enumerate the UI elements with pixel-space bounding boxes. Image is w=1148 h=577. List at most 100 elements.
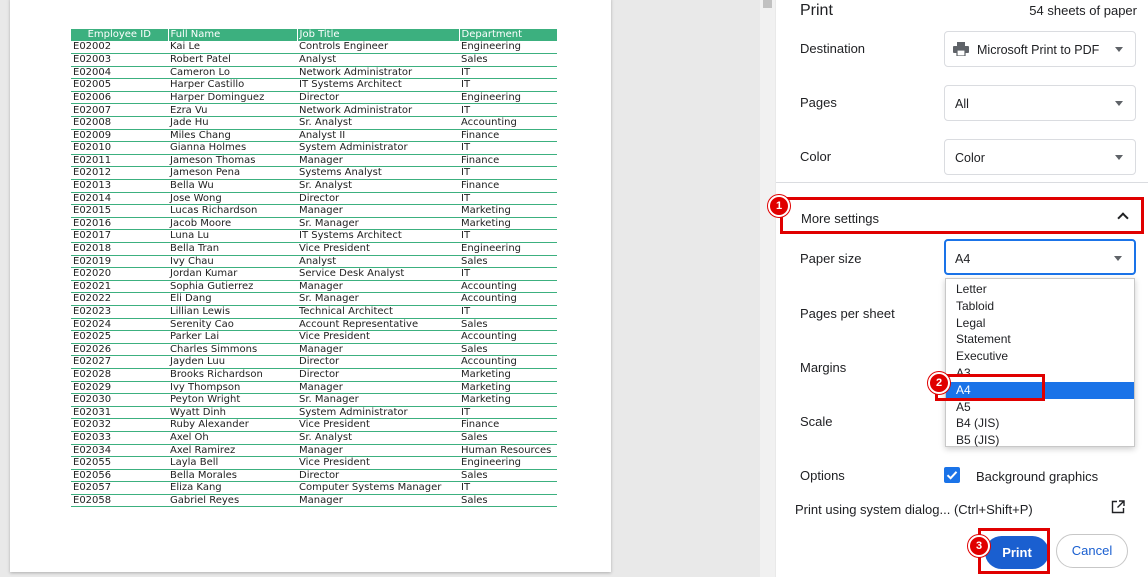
cell-employee-id: E02014 — [71, 192, 168, 206]
cell-full-name: Eli Dang — [168, 292, 297, 306]
cell-job-title: Sr. Analyst — [297, 116, 459, 130]
pages-label: Pages — [800, 95, 837, 110]
cell-department: Sales — [459, 53, 557, 67]
scrollbar-thumb[interactable] — [763, 0, 772, 8]
table-row: E02008 Jade Hu Sr. Analyst Accounting — [71, 116, 557, 130]
options-label: Options — [800, 468, 845, 483]
table-row: E02018 Bella Tran Vice President Engineerin… — [71, 242, 557, 256]
cell-full-name: Robert Patel — [168, 53, 297, 67]
cell-employee-id: E02018 — [71, 242, 168, 256]
cancel-button[interactable]: Cancel — [1056, 534, 1128, 568]
cell-job-title: Sr. Analyst — [297, 179, 459, 193]
cell-department: Sales — [459, 431, 557, 445]
cell-department: Accounting — [459, 330, 557, 344]
cell-department: Accounting — [459, 355, 557, 369]
cell-job-title: Computer Systems Manager — [297, 481, 459, 495]
cell-job-title: Account Representative — [297, 318, 459, 332]
cell-job-title: Analyst II — [297, 129, 459, 143]
table-row: E02017 Luna Lu IT Systems Architect IT — [71, 229, 557, 243]
cell-employee-id: E02002 — [71, 41, 168, 55]
system-dialog-link[interactable]: Print using system dialog... (Ctrl+Shift… — [795, 502, 1033, 517]
cell-employee-id: E02007 — [71, 103, 168, 118]
cell-full-name: Eliza Kang — [168, 481, 297, 495]
cell-job-title: Manager — [297, 204, 459, 218]
cell-employee-id: E02011 — [71, 154, 168, 168]
cell-full-name: Jameson Pena — [168, 166, 297, 181]
cell-department: Engineering — [459, 91, 557, 105]
cell-full-name: Jordan Kumar — [168, 267, 297, 281]
paper-option[interactable]: A5 — [946, 399, 1134, 416]
table-row: E02013 Bella Wu Sr. Analyst Finance — [71, 179, 557, 193]
caret-down-icon — [1115, 101, 1123, 106]
table-row: E02003 Robert Patel Analyst Sales — [71, 53, 557, 67]
paper-option[interactable]: B5 (JIS) — [946, 432, 1134, 449]
destination-select[interactable]: Microsoft Print to PDF — [944, 31, 1136, 67]
table-row: E02011 Jameson Thomas Manager Finance — [71, 154, 557, 168]
table-row: E02030 Peyton Wright Sr. Manager Marketing — [71, 393, 557, 407]
paper-option[interactable]: Letter — [946, 281, 1134, 298]
cell-job-title: Manager — [297, 343, 459, 357]
cell-job-title: Analyst — [297, 255, 459, 269]
cell-job-title: Manager — [297, 381, 459, 395]
cell-full-name: Jacob Moore — [168, 217, 297, 231]
background-graphics-checkbox[interactable] — [944, 467, 960, 483]
paper-option[interactable]: Tabloid — [946, 298, 1134, 315]
header-job-title: Job Title — [297, 29, 460, 41]
paper-size-dropdown[interactable]: Letter Tabloid Legal Statement Executive A3 A4… — [945, 278, 1135, 447]
cell-job-title: Manager — [297, 494, 459, 508]
step-badge-2: 2 — [928, 372, 950, 394]
table-row: E02021 Sophia Gutierrez Manager Accounting — [71, 280, 557, 294]
cell-department: Marketing — [459, 381, 557, 395]
paper-size-value: A4 — [955, 252, 971, 266]
color-select[interactable]: Color — [944, 139, 1136, 175]
paper-size-select[interactable]: A4 — [944, 239, 1136, 275]
cell-employee-id: E02034 — [71, 444, 168, 458]
table-row: E02032 Ruby Alexander Vice President Financ… — [71, 418, 557, 432]
cell-employee-id: E02010 — [71, 141, 168, 155]
open-in-new-icon[interactable] — [1111, 500, 1125, 514]
table-row: E02022 Eli Dang Sr. Manager Accounting — [71, 292, 557, 306]
margins-label: Margins — [800, 360, 847, 375]
paper-option[interactable]: Legal — [946, 315, 1134, 332]
cell-department: Engineering — [459, 242, 557, 256]
employee-table: Employee ID Full Name Job Title Departme… — [71, 29, 558, 508]
table-row: E02014 Jose Wong Director IT — [71, 192, 557, 206]
cell-job-title: Vice President — [297, 418, 459, 432]
paper-option[interactable]: Statement — [946, 331, 1134, 348]
table-row: E02012 Jameson Pena Systems Analyst IT — [71, 166, 557, 181]
cell-department: Marketing — [459, 204, 557, 218]
step-badge-3: 3 — [968, 535, 990, 557]
more-settings-label: More settings — [801, 211, 880, 226]
cell-full-name: Bella Morales — [168, 469, 297, 483]
table-row: E02058 Gabriel Reyes Manager Sales — [71, 494, 557, 508]
cell-job-title: Network Administrator — [297, 66, 459, 80]
preview-page: Employee ID Full Name Job Title Departme… — [10, 0, 611, 572]
printer-icon — [953, 42, 969, 56]
cell-full-name: Brooks Richardson — [168, 368, 297, 382]
cell-full-name: Axel Oh — [168, 431, 297, 445]
cell-department: Marketing — [459, 368, 557, 382]
cell-employee-id: E02024 — [71, 318, 168, 332]
cell-job-title: IT Systems Architect — [297, 229, 459, 243]
cell-job-title: Sr. Manager — [297, 217, 459, 231]
cell-job-title: Sr. Analyst — [297, 431, 459, 445]
more-settings-toggle[interactable]: More settings — [780, 197, 1144, 234]
paper-option[interactable]: Executive — [946, 348, 1134, 365]
cell-job-title: Director — [297, 192, 459, 206]
table-row: E02006 Harper Dominguez Director Engineerin… — [71, 91, 557, 105]
cell-job-title: Systems Analyst — [297, 166, 459, 181]
a4-highlight-box — [935, 374, 1045, 401]
cell-employee-id: E02032 — [71, 418, 168, 432]
cell-employee-id: E02004 — [71, 66, 168, 80]
preview-scrollbar[interactable] — [760, 0, 775, 577]
cell-full-name: Miles Chang — [168, 129, 297, 143]
table-row: E02023 Lillian Lewis Technical Architect IT — [71, 305, 557, 319]
paper-option[interactable]: B4 (JIS) — [946, 415, 1134, 432]
cell-employee-id: E02026 — [71, 343, 168, 357]
pages-select[interactable]: All — [944, 85, 1136, 121]
cell-employee-id: E02027 — [71, 355, 168, 369]
cell-full-name: Ruby Alexander — [168, 418, 297, 432]
cell-full-name: Ezra Vu — [168, 103, 297, 118]
cell-department: Accounting — [459, 116, 557, 130]
header-department: Department — [459, 29, 558, 41]
